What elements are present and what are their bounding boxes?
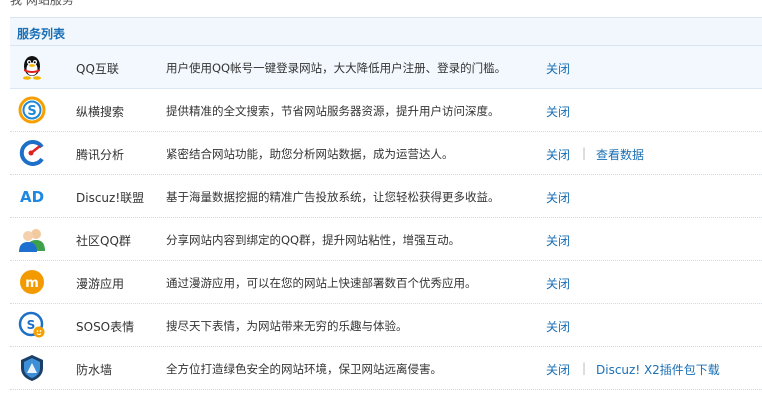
panel-header: 服务列表 — [10, 17, 762, 46]
service-desc: 全方位打造绿色安全的网站环境，保卫网站远离侵害。 — [166, 362, 442, 376]
ad-icon: AD — [18, 182, 46, 210]
service-desc: 通过漫游应用，可以在您的网站上快速部署数百个优秀应用。 — [166, 276, 477, 290]
service-row-union: AD Discuz!联盟 基于海量数据挖掘的精准广告投放系统，让您轻松获得更多收… — [10, 175, 762, 218]
service-name: QQ互联 — [76, 62, 119, 76]
service-name: SOSO表情 — [76, 320, 135, 334]
service-row-search: S 纵横搜索 提供精准的全文搜索，节省网站服务器资源，提升用户访问深度。 关闭 — [10, 89, 762, 132]
plugin-download-link[interactable]: Discuz! X2插件包下载 — [596, 361, 720, 378]
firewall-shield-icon — [18, 354, 46, 382]
close-link[interactable]: 关闭 — [546, 232, 570, 249]
service-name: Discuz!联盟 — [76, 191, 145, 205]
separator: | — [582, 146, 587, 160]
service-row-analytics: 腾讯分析 紧密结合网站功能，助您分析网站数据，成为运营达人。 关闭 | 查看数据 — [10, 132, 762, 175]
service-desc: 用户使用QQ帐号一键登录网站，大大降低用户注册、登录的门槛。 — [166, 61, 507, 75]
soso-emoticon-icon: S — [18, 311, 46, 339]
service-name: 腾讯分析 — [76, 148, 125, 162]
service-desc: 搜尽天下表情，为网站带来无穷的乐趣与体验。 — [166, 319, 408, 333]
service-name: 漫游应用 — [76, 277, 125, 291]
service-desc: 分享网站内容到绑定的QQ群，提升网站粘性，增强互动。 — [166, 233, 461, 247]
top-fragment-text: 我 网站服务 — [10, 0, 74, 7]
service-desc: 紧密结合网站功能，助您分析网站数据，成为运营达人。 — [166, 147, 454, 161]
service-row-firewall: 防水墙 全方位打造绿色安全的网站环境，保卫网站远离侵害。 关闭 | Discuz… — [10, 347, 762, 390]
close-link[interactable]: 关闭 — [546, 60, 570, 77]
manyou-icon: m — [18, 268, 46, 296]
view-data-link[interactable]: 查看数据 — [596, 146, 644, 163]
service-name: 纵横搜索 — [76, 105, 125, 119]
svg-text:AD: AD — [20, 188, 44, 206]
panel-title: 服务列表 — [17, 27, 66, 41]
service-list-panel: 服务列表 QQ互联 用户使用QQ帐号一键登录网站，大大降低用户注册、登录的门槛。… — [10, 17, 762, 411]
service-row-qq-group: 社区QQ群 分享网站内容到绑定的QQ群，提升网站粘性，增强互动。 关闭 — [10, 218, 762, 261]
close-link[interactable]: 关闭 — [546, 361, 570, 378]
service-row-qq-connect: QQ互联 用户使用QQ帐号一键登录网站，大大降低用户注册、登录的门槛。 关闭 — [10, 46, 762, 89]
svg-text:m: m — [25, 276, 39, 291]
service-row-soso-emoticon: S SOSO表情 搜尽天下表情，为网站带来无穷的乐趣与体验。 关闭 — [10, 304, 762, 347]
service-row-manyou: m 漫游应用 通过漫游应用，可以在您的网站上快速部署数百个优秀应用。 关闭 — [10, 261, 762, 304]
close-link[interactable]: 关闭 — [546, 275, 570, 292]
separator: | — [582, 361, 587, 375]
qq-group-icon — [18, 225, 46, 253]
service-desc: 提供精准的全文搜索，节省网站服务器资源，提升用户访问深度。 — [166, 104, 500, 118]
service-desc: 基于海量数据挖掘的精准广告投放系统，让您轻松获得更多收益。 — [166, 190, 500, 204]
svg-text:S: S — [27, 104, 36, 119]
close-link[interactable]: 关闭 — [546, 103, 570, 120]
close-link[interactable]: 关闭 — [546, 189, 570, 206]
analytics-icon — [18, 139, 46, 167]
close-link[interactable]: 关闭 — [546, 318, 570, 335]
soso-search-icon: S — [18, 96, 46, 124]
qq-penguin-icon — [18, 53, 46, 81]
service-name: 防水墙 — [76, 363, 113, 377]
top-cut-text: 我 网站服务 — [0, 0, 762, 8]
service-name: 社区QQ群 — [76, 234, 131, 248]
close-link[interactable]: 关闭 — [546, 146, 570, 163]
